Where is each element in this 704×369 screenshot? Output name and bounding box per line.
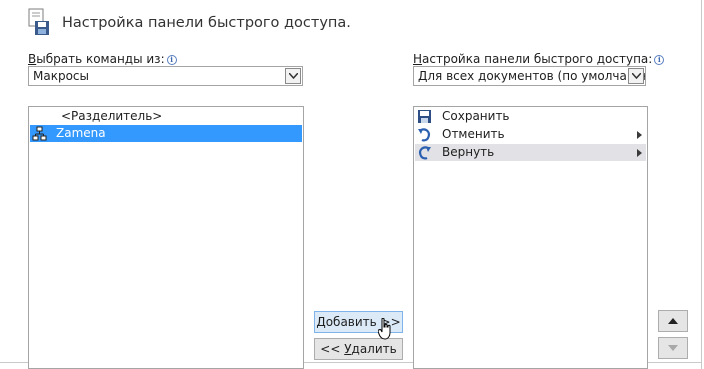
info-icon[interactable]: i: [654, 55, 665, 65]
customize-toolbar-accel: Н: [413, 52, 423, 66]
undo-icon: [418, 128, 430, 142]
window-border-right: [701, 0, 702, 369]
page-title: Настройка панели быстрого доступа.: [62, 15, 351, 31]
customize-toolbar-value: Для всех документов (по умолчанию): [418, 69, 646, 83]
move-up-button[interactable]: [658, 310, 688, 332]
choose-commands-dropdown[interactable]: Макросы: [28, 66, 303, 86]
submenu-arrow-icon: [637, 131, 642, 139]
list-item-label: Сохранить: [442, 109, 510, 123]
list-item-label: Отменить: [442, 127, 505, 141]
add-button-accel: Д: [316, 315, 326, 329]
customize-toolbar-dropdown[interactable]: Для всех документов (по умолчанию): [413, 66, 646, 86]
choose-commands-value: Макросы: [33, 69, 89, 83]
list-item-save[interactable]: Сохранить: [415, 108, 646, 125]
choose-commands-label-text: ыбрать команды из:: [36, 52, 165, 66]
choose-commands-label: Выбрать команды из: i: [28, 52, 177, 66]
list-item-label: <Разделитель>: [61, 109, 163, 123]
choose-commands-accel: В: [28, 52, 37, 66]
submenu-arrow-icon: [637, 149, 642, 157]
pointer-cursor-icon: [378, 318, 391, 340]
save-icon: [418, 110, 431, 123]
customize-toolbar-label-text: астройка панели быстрого доступа:: [422, 52, 653, 66]
remove-button-accel: У: [344, 342, 352, 356]
available-commands-list[interactable]: <Разделитель> Zamena: [28, 106, 304, 369]
list-item-undo[interactable]: Отменить: [415, 126, 646, 143]
move-down-button[interactable]: [658, 337, 688, 359]
remove-button[interactable]: << Удалить: [314, 338, 403, 360]
arrow-up-icon: [668, 318, 678, 324]
chevron-down-icon[interactable]: [628, 68, 644, 84]
customize-toolbar-label: Настройка панели быстрого доступа: i: [413, 52, 665, 66]
remove-button-prefix: <<: [320, 342, 345, 356]
macro-icon: [32, 126, 47, 141]
list-item-label: Вернуть: [442, 145, 495, 159]
remove-button-label: далить: [351, 342, 397, 356]
toolbar-commands-list[interactable]: Сохранить Отменить Вернуть: [413, 106, 648, 369]
chevron-down-icon[interactable]: [285, 68, 301, 84]
list-item-separator[interactable]: <Разделитель>: [30, 108, 302, 125]
quick-access-toolbar-icon: [28, 8, 49, 35]
list-item-zamena[interactable]: Zamena: [30, 125, 302, 142]
list-item-redo[interactable]: Вернуть: [415, 144, 646, 161]
redo-icon: [419, 146, 431, 160]
list-item-label: Zamena: [56, 126, 106, 140]
arrow-down-icon: [668, 345, 678, 351]
info-icon[interactable]: i: [166, 55, 177, 65]
